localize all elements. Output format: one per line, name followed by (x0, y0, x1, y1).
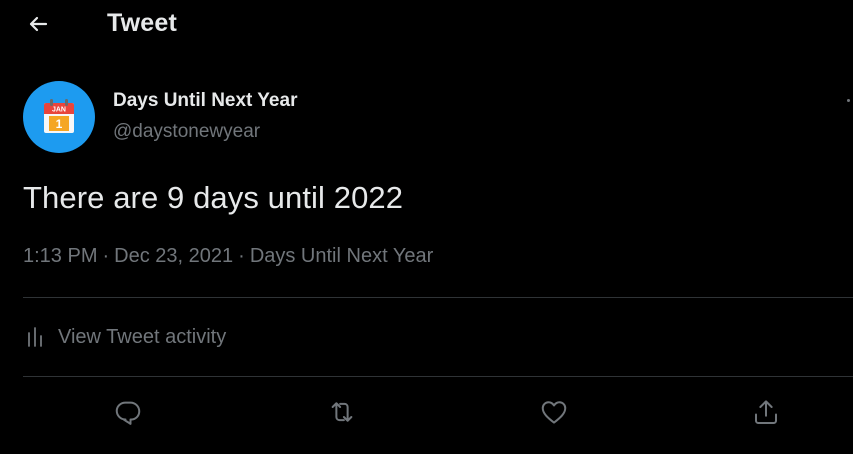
author-display-name[interactable]: Days Until Next Year (113, 90, 297, 112)
like-button[interactable] (534, 390, 574, 434)
tweet-meta: 1:13 PM · Dec 23, 2021 · Days Until Next Yea… (23, 245, 433, 268)
divider (23, 376, 853, 377)
reply-icon (115, 401, 141, 425)
tweet-source[interactable]: Days Until Next Year (250, 245, 433, 267)
reply-button[interactable] (108, 390, 148, 434)
calendar-day-text: 1 (56, 117, 63, 131)
more-dots-icon (847, 99, 850, 102)
arrow-left-icon (29, 16, 48, 32)
divider (23, 297, 853, 298)
page-title: Tweet (107, 9, 177, 37)
view-tweet-activity-label: View Tweet activity (58, 325, 227, 348)
tweet-date[interactable]: Dec 23, 2021 (114, 245, 233, 267)
tweet-page: Tweet JAN 1 Days Until Next Year @daysto… (0, 0, 853, 454)
meta-separator: · (238, 245, 245, 267)
tweet-text: There are 9 days until 2022 (23, 180, 404, 215)
share-button[interactable] (746, 390, 786, 434)
calendar-icon: JAN 1 (44, 99, 74, 133)
back-button[interactable] (20, 8, 56, 40)
view-tweet-activity-button[interactable]: View Tweet activity (23, 318, 226, 356)
meta-separator: · (102, 245, 110, 267)
header: Tweet (0, 0, 853, 50)
retweet-button[interactable] (322, 390, 362, 434)
calendar-month-text: JAN (52, 107, 66, 114)
retweet-icon (331, 402, 353, 422)
tweet-time[interactable]: 1:13 PM (23, 245, 97, 267)
avatar[interactable]: JAN 1 (23, 81, 95, 153)
tweet-actions (0, 390, 853, 434)
heart-icon (541, 401, 567, 424)
analytics-icon (23, 325, 47, 349)
author-handle[interactable]: @daystonewyear (113, 121, 260, 143)
more-options-button[interactable] (843, 96, 853, 106)
share-icon (755, 400, 777, 424)
